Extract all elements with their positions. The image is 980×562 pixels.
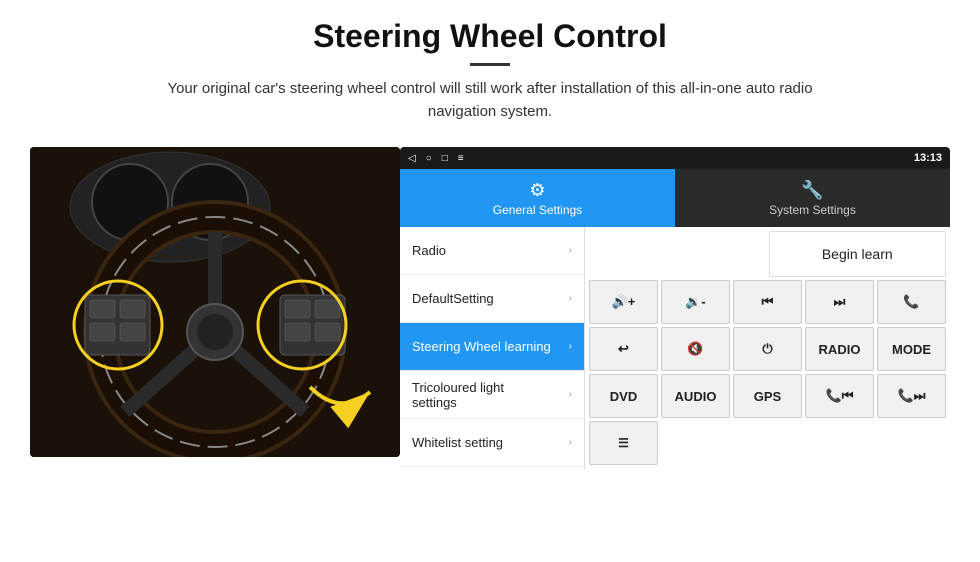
page-header: Steering Wheel Control Your original car… [0, 0, 980, 133]
left-menu: Radio › DefaultSetting › Steering Wheel … [400, 227, 585, 469]
menu-item-whitelist[interactable]: Whitelist setting › [400, 419, 584, 467]
control-row-2: ↩ 🔇 ⏻ RADIO MODE [589, 327, 946, 371]
chevron-right-icon: › [569, 293, 572, 304]
return-button[interactable]: ↩ [589, 327, 658, 371]
return-icon: ↩ [618, 341, 629, 357]
dvd-label: DVD [610, 389, 637, 404]
status-bar-nav: ◁ ○ □ ≡ [408, 153, 464, 164]
tab-system[interactable]: 🔧 System Settings [675, 169, 950, 227]
radio-button[interactable]: RADIO [805, 327, 874, 371]
page-title: Steering Wheel Control [40, 18, 940, 55]
control-row-3: DVD AUDIO GPS 📞⏮ 📞⏭ [589, 374, 946, 418]
next-icon: ⏭ [834, 294, 846, 310]
chevron-right-icon: › [569, 245, 572, 256]
dvd-button[interactable]: DVD [589, 374, 658, 418]
title-divider [470, 63, 510, 66]
menu-steering-label: Steering Wheel learning [412, 339, 569, 354]
power-icon: ⏻ [762, 341, 772, 357]
menu-icon[interactable]: ≡ [458, 153, 464, 164]
prev-icon: ⏮ [762, 294, 774, 310]
phone-icon: 📞 [903, 294, 919, 310]
empty-cell [589, 231, 765, 277]
main-content: ◁ ○ □ ≡ 13:13 ⚙ General Settings 🔧 Syste… [0, 147, 980, 469]
top-tabs: ⚙ General Settings 🔧 System Settings [400, 169, 950, 227]
vol-up-icon: 🔊+ [612, 294, 636, 310]
phone-prev-icon: 📞⏮ [826, 388, 854, 404]
audio-button[interactable]: AUDIO [661, 374, 730, 418]
gear-icon: ⚙ [529, 180, 545, 201]
vol-down-icon: 🔉- [685, 294, 706, 310]
chevron-right-icon: › [569, 437, 572, 448]
mute-button[interactable]: 🔇 [661, 327, 730, 371]
tab-general-label: General Settings [493, 203, 582, 217]
tab-general[interactable]: ⚙ General Settings [400, 169, 675, 227]
page-subtitle: Your original car's steering wheel contr… [140, 78, 840, 123]
tab-system-label: System Settings [769, 203, 856, 217]
gps-button[interactable]: GPS [733, 374, 802, 418]
begin-learn-button[interactable]: Begin learn [769, 231, 947, 277]
system-icon: 🔧 [801, 180, 823, 201]
menu-item-radio[interactable]: Radio › [400, 227, 584, 275]
audio-label: AUDIO [675, 389, 717, 404]
steering-bg [30, 147, 400, 457]
next-track-button[interactable]: ⏭ [805, 280, 874, 324]
list-icon: ☰ [618, 436, 629, 450]
radio-label: RADIO [819, 342, 861, 357]
prev-track-button[interactable]: ⏮ [733, 280, 802, 324]
menu-radio-label: Radio [412, 243, 569, 258]
home-icon[interactable]: ○ [426, 153, 432, 164]
gps-label: GPS [754, 389, 781, 404]
menu-item-steering[interactable]: Steering Wheel learning › [400, 323, 584, 371]
android-ui: ◁ ○ □ ≡ 13:13 ⚙ General Settings 🔧 Syste… [400, 147, 950, 469]
list-icon-button[interactable]: ☰ [589, 421, 658, 465]
chevron-right-icon: › [569, 341, 572, 352]
vol-down-button[interactable]: 🔉- [661, 280, 730, 324]
chevron-right-icon: › [569, 389, 572, 400]
single-btn-row: ☰ [589, 421, 946, 465]
phone-next-button[interactable]: 📞⏭ [877, 374, 946, 418]
status-time: 13:13 [914, 152, 942, 164]
mode-label: MODE [892, 342, 931, 357]
content-area: Radio › DefaultSetting › Steering Wheel … [400, 227, 950, 469]
recent-icon[interactable]: □ [442, 153, 448, 164]
menu-item-tricolour[interactable]: Tricoloured lightsettings › [400, 371, 584, 419]
power-button[interactable]: ⏻ [733, 327, 802, 371]
begin-learn-row: Begin learn [589, 231, 946, 277]
phone-button[interactable]: 📞 [877, 280, 946, 324]
phone-prev-button[interactable]: 📞⏮ [805, 374, 874, 418]
mode-button[interactable]: MODE [877, 327, 946, 371]
steering-wheel-image [30, 147, 400, 457]
mute-icon: 🔇 [687, 341, 703, 357]
control-row-1: 🔊+ 🔉- ⏮ ⏭ 📞 [589, 280, 946, 324]
back-icon[interactable]: ◁ [408, 153, 416, 164]
menu-tricolour-label: Tricoloured lightsettings [412, 380, 569, 410]
status-bar: ◁ ○ □ ≡ 13:13 [400, 147, 950, 169]
right-panel: Begin learn 🔊+ 🔉- ⏮ ⏭ [585, 227, 950, 469]
menu-item-default[interactable]: DefaultSetting › [400, 275, 584, 323]
vol-up-button[interactable]: 🔊+ [589, 280, 658, 324]
menu-default-label: DefaultSetting [412, 291, 569, 306]
phone-next-icon: 📞⏭ [898, 388, 926, 404]
menu-whitelist-label: Whitelist setting [412, 435, 569, 450]
